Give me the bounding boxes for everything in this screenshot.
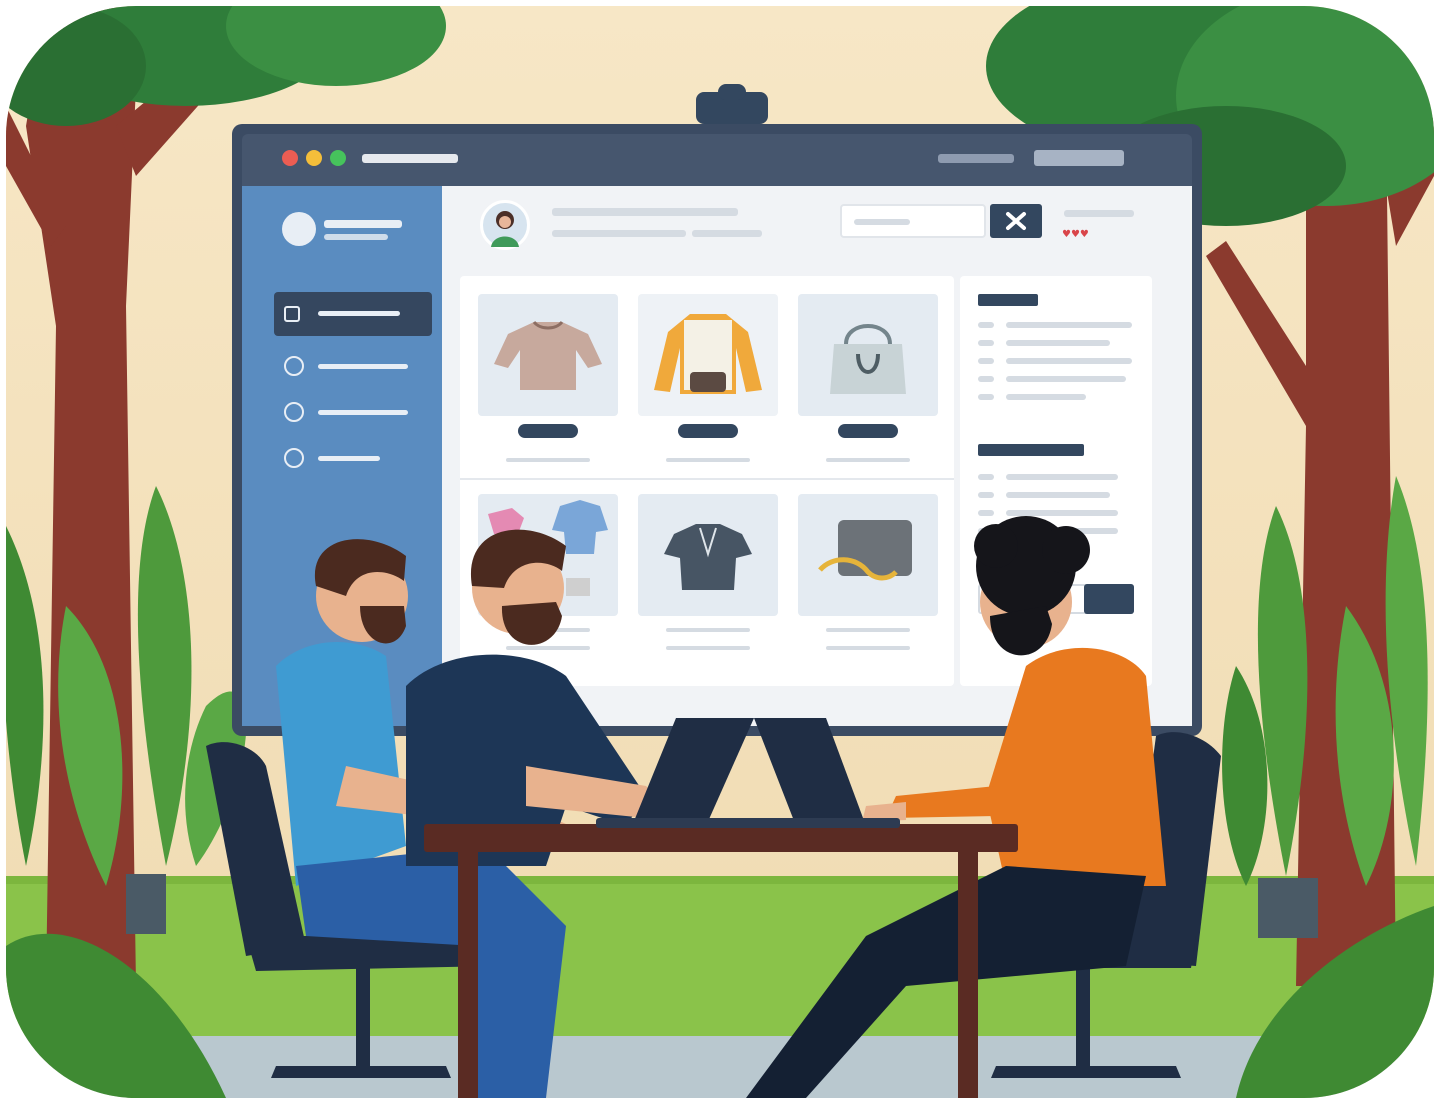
laptops [596,718,900,828]
man-navy-shirt [406,529,666,866]
meeting-scene [206,516,1221,1098]
illustration-frame: ♥♥♥ [6,6,1434,1098]
